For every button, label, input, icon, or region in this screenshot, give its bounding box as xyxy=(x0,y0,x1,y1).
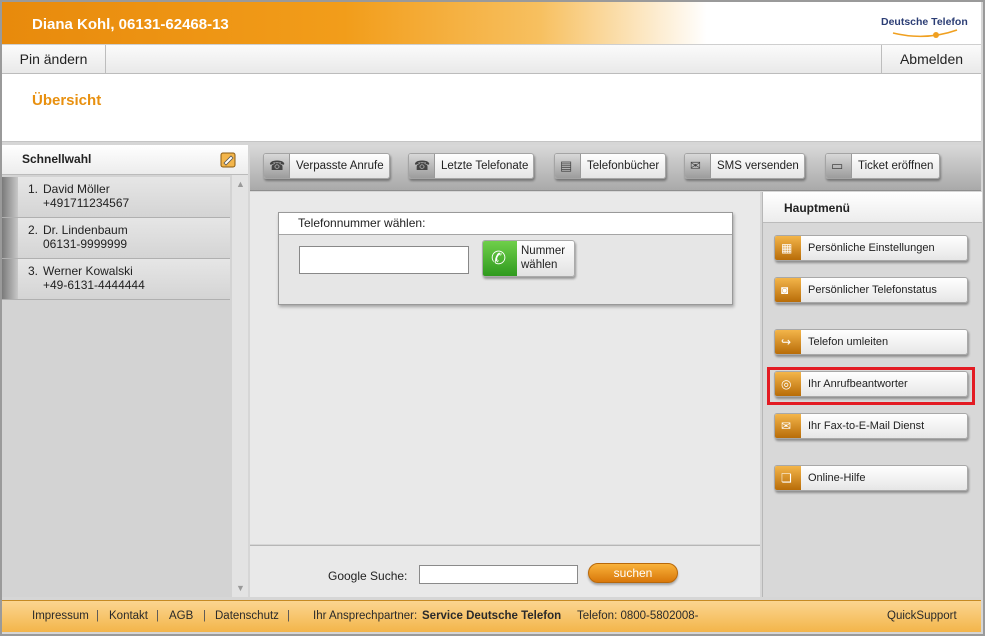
main-menu-title: Hauptmenü xyxy=(784,201,850,215)
google-search-input[interactable] xyxy=(419,565,578,584)
speed-dial-title: Schnellwahl xyxy=(22,152,92,166)
sms-icon: ✉ xyxy=(685,154,711,178)
scroll-down-icon[interactable]: ▼ xyxy=(236,583,245,593)
page-title: Übersicht xyxy=(32,92,102,109)
header-bar: Diana Kohl, 06131-62468-13 Deutsche Tele… xyxy=(2,2,981,44)
phonebooks-button[interactable]: ▤ Telefonbücher xyxy=(554,153,666,179)
entry-number: 2. xyxy=(28,223,39,237)
send-sms-label: SMS versenden xyxy=(717,160,799,172)
support-phone: Telefon: 0800-5802008- xyxy=(577,610,699,622)
speed-dial-list: 1. David Möller +491711234567 2. Dr. Lin… xyxy=(2,177,230,300)
entry-number: 1. xyxy=(28,182,39,196)
book-icon: ❏ xyxy=(775,466,801,490)
recent-calls-button[interactable]: ☎ Letzte Telefonate xyxy=(408,153,534,179)
footer-separator: | xyxy=(203,610,206,622)
footer-separator: | xyxy=(96,610,99,622)
fax-icon: ✉ xyxy=(775,414,801,438)
entry-name: David Möller xyxy=(43,182,110,196)
dial-number-button[interactable]: ✆ Nummer wählen xyxy=(482,240,575,277)
scroll-up-icon[interactable]: ▲ xyxy=(236,179,245,189)
menu-item-label: Ihr Fax-to-E-Mail Dienst xyxy=(808,420,925,432)
entry-bar xyxy=(2,218,18,258)
dial-box-header: Telefonnummer wählen: xyxy=(279,213,732,235)
menu-item-label: Persönlicher Telefonstatus xyxy=(808,284,937,296)
user-title: Diana Kohl, 06131-62468-13 xyxy=(32,16,229,33)
missed-calls-label: Verpasste Anrufe xyxy=(296,160,384,172)
speed-dial-entry[interactable]: 2. Dr. Lindenbaum 06131-9999999 xyxy=(2,218,230,259)
top-nav: Pin ändern Abmelden xyxy=(2,44,981,74)
dial-button-label: Nummer wählen xyxy=(521,244,575,272)
phone-status-icon: ◙ xyxy=(775,278,801,302)
search-button[interactable]: suchen xyxy=(588,563,678,583)
menu-item-label: Telefon umleiten xyxy=(808,336,889,348)
speed-dial-entry[interactable]: 3. Werner Kowalski +49-6131-4444444 xyxy=(2,259,230,300)
missed-calls-button[interactable]: ☎ Verpasste Anrufe xyxy=(263,153,390,179)
phone-number-input[interactable] xyxy=(299,246,469,274)
dial-box: Telefonnummer wählen: ✆ Nummer wählen xyxy=(278,212,733,305)
main-content: Telefonnummer wählen: ✆ Nummer wählen xyxy=(250,192,760,544)
quicksupport-link[interactable]: QuickSupport xyxy=(887,610,957,622)
privacy-link[interactable]: Datenschutz xyxy=(215,610,279,622)
main-menu-header: Hauptmenü xyxy=(763,192,982,223)
entry-name: Werner Kowalski xyxy=(43,264,133,278)
speed-dial-header: Schnellwahl xyxy=(2,145,248,175)
settings-icon: ▦ xyxy=(775,236,801,260)
change-pin-button[interactable]: Pin ändern xyxy=(2,45,106,74)
entry-phone: +49-6131-4444444 xyxy=(43,278,145,292)
menu-item-label: Persönliche Einstellungen xyxy=(808,242,935,254)
entry-name: Dr. Lindenbaum xyxy=(43,223,128,237)
menu-phone-status[interactable]: ◙ Persönlicher Telefonstatus xyxy=(774,277,968,303)
dial-label: Telefonnummer wählen: xyxy=(298,216,426,230)
missed-calls-icon: ☎ xyxy=(264,154,290,178)
recent-calls-label: Letzte Telefonate xyxy=(441,160,529,172)
menu-fax-to-email[interactable]: ✉ Ihr Fax-to-E-Mail Dienst xyxy=(774,413,968,439)
google-search-label: Google Suche: xyxy=(328,569,408,583)
speed-dial-entry[interactable]: 1. David Möller +491711234567 xyxy=(2,177,230,218)
entry-number: 3. xyxy=(28,264,39,278)
phone-call-icon: ✆ xyxy=(483,241,517,276)
partner-name: Service Deutsche Telefon xyxy=(422,610,562,622)
footer-separator: | xyxy=(156,610,159,622)
menu-item-label: Online-Hilfe xyxy=(808,472,866,484)
menu-call-forwarding[interactable]: ↪ Telefon umleiten xyxy=(774,329,968,355)
partner-label: Ihr Ansprechpartner: xyxy=(313,610,418,622)
agb-link[interactable]: AGB xyxy=(169,610,193,622)
highlight-box xyxy=(767,367,975,405)
deutsche-telefon-logo: Deutsche Telefon xyxy=(881,12,968,38)
call-forward-icon: ↪ xyxy=(775,330,801,354)
open-ticket-label: Ticket eröffnen xyxy=(858,160,934,172)
recent-calls-icon: ☎ xyxy=(409,154,435,178)
send-sms-button[interactable]: ✉ SMS versenden xyxy=(684,153,805,179)
overview-section: Übersicht xyxy=(2,74,981,142)
phonebook-icon: ▤ xyxy=(555,154,581,178)
phonebooks-label: Telefonbücher xyxy=(587,160,660,172)
menu-online-help[interactable]: ❏ Online-Hilfe xyxy=(774,465,968,491)
action-toolbar: ☎ Verpasste Anrufe ☎ Letzte Telefonate ▤… xyxy=(250,145,981,191)
contact-link[interactable]: Kontakt xyxy=(109,610,148,622)
speed-dial-panel: Schnellwahl 1. David Möller +49171123456… xyxy=(2,145,248,597)
open-ticket-button[interactable]: ▭ Ticket eröffnen xyxy=(825,153,940,179)
edit-icon[interactable] xyxy=(220,151,237,168)
entry-bar xyxy=(2,177,18,217)
footer-bar: Impressum | Kontakt | AGB | Datenschutz … xyxy=(2,600,981,632)
entry-phone: +491711234567 xyxy=(43,196,130,210)
menu-personal-settings[interactable]: ▦ Persönliche Einstellungen xyxy=(774,235,968,261)
entry-phone: 06131-9999999 xyxy=(43,237,128,251)
dial-button-line2: wählen xyxy=(521,259,558,271)
entry-bar xyxy=(2,259,18,299)
ticket-icon: ▭ xyxy=(826,154,852,178)
search-bar: Google Suche: suchen xyxy=(250,545,760,597)
footer-separator: | xyxy=(287,610,290,622)
impressum-link[interactable]: Impressum xyxy=(32,610,89,622)
logo-swoosh-icon xyxy=(892,29,958,38)
speed-dial-scrollbar[interactable]: ▲ ▼ xyxy=(232,175,248,597)
dial-button-line1: Nummer xyxy=(521,245,566,257)
logout-button[interactable]: Abmelden xyxy=(881,45,981,74)
